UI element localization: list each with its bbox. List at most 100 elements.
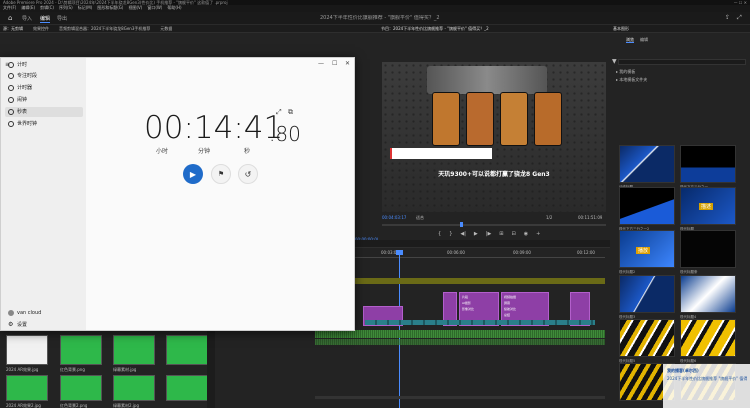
export-frame-icon[interactable]: ◉: [524, 231, 528, 237]
nav-world-clock[interactable]: 世界时钟: [5, 119, 83, 129]
maximize-button[interactable]: ☐: [332, 60, 337, 67]
fullscreen-icon[interactable]: ⤢: [737, 14, 742, 22]
template-thumb-2[interactable]: [680, 145, 736, 183]
menu-file[interactable]: 文件(F): [3, 5, 16, 12]
gear-icon: ⚙: [8, 321, 14, 328]
lap-button[interactable]: ⚑: [211, 164, 231, 184]
folder-item-local[interactable]: ▸ 本地模板文件夹: [616, 77, 647, 82]
share-icon[interactable]: ⇪: [725, 14, 730, 21]
menu-edit[interactable]: 编辑(E): [21, 5, 35, 12]
bin-thumb-5[interactable]: [6, 375, 48, 401]
nav-focus[interactable]: 专注时段: [5, 71, 83, 81]
globe-icon: [8, 121, 14, 127]
nav-countdown[interactable]: 计时器: [5, 83, 83, 93]
mark-out-icon[interactable]: }: [449, 231, 452, 237]
template-thumb-5[interactable]: 播放: [619, 230, 675, 268]
reset-icon: ↺: [244, 169, 252, 179]
audio-waveform-a1[interactable]: [315, 330, 605, 338]
graphics-card: [427, 66, 547, 94]
tab-edit[interactable]: 编辑: [40, 15, 51, 23]
template-thumb-6[interactable]: [680, 230, 736, 268]
template-thumb-7[interactable]: [619, 275, 675, 313]
tab-browse[interactable]: 浏览: [626, 37, 634, 43]
menu-clip[interactable]: 剪辑(C): [40, 5, 54, 12]
bin-thumb-6[interactable]: [60, 375, 102, 401]
nav-settings[interactable]: ⚙ 设置: [5, 320, 83, 330]
adjustment-layer-track[interactable]: [315, 278, 605, 284]
tab-audio-mixer[interactable]: 音频剪辑混合器：2024下半年骁龙8Gen3手机推荐: [59, 26, 150, 31]
template-thumb-9[interactable]: [619, 319, 675, 357]
project-title: 2024下半年性价比旗舰推荐 - "旗舰平价" 值得买？_2: [320, 15, 440, 21]
bin-thumb-1[interactable]: [6, 335, 48, 365]
program-scrubber[interactable]: [382, 222, 606, 227]
user-account[interactable]: van cloud: [5, 308, 83, 318]
reset-button[interactable]: ↺: [238, 164, 258, 184]
graphics-search-input[interactable]: [618, 59, 746, 65]
tab-edit-graphics[interactable]: 编辑: [640, 37, 648, 43]
template-thumb-4[interactable]: 描述: [680, 187, 736, 225]
timeline-scrollbar[interactable]: [315, 396, 605, 399]
tab-metadata[interactable]: 元数据: [160, 26, 172, 31]
tab-effect-controls[interactable]: 效果控件: [33, 26, 49, 31]
stopwatch-fraction: .80: [269, 122, 301, 146]
menu-help[interactable]: 帮助(H): [167, 5, 181, 12]
step-back-icon[interactable]: ◀|: [460, 231, 466, 237]
play-icon[interactable]: ▶: [474, 231, 478, 237]
program-playhead[interactable]: [460, 222, 463, 227]
bin-thumb-8[interactable]: [166, 375, 208, 401]
hourglass-icon: [8, 85, 14, 91]
audio-waveform-a2[interactable]: [315, 339, 605, 345]
bin-thumb-7[interactable]: [113, 375, 155, 401]
watermark-line2: 2024下半年性价比旗舰推荐 "旗舰平价" 值得买？: [667, 376, 747, 381]
source-panel-tabs: 源：无剪辑 效果控件 音频剪辑混合器：2024下半年骁龙8Gen3手机推荐 元数…: [0, 25, 378, 33]
tab-export[interactable]: 导出: [57, 15, 67, 22]
template-badge-text-2: 播放: [636, 247, 651, 254]
fit-select[interactable]: 适合: [416, 215, 424, 220]
mark-in-icon[interactable]: {: [438, 231, 441, 237]
step-forward-icon[interactable]: |▶: [486, 231, 492, 237]
template-thumb-1[interactable]: [619, 145, 675, 183]
nav-alarm[interactable]: 闹钟: [5, 95, 83, 105]
unit-hours: 小时: [156, 148, 169, 155]
bin-thumb-2[interactable]: [60, 335, 102, 365]
filter-icon[interactable]: ▼: [612, 58, 617, 65]
bin-thumb-4[interactable]: [166, 335, 208, 365]
add-icon[interactable]: +: [536, 231, 540, 237]
avatar: [8, 310, 14, 316]
nav-stopwatch[interactable]: 秒表: [5, 107, 83, 117]
resolution-select[interactable]: 1/2: [546, 215, 552, 220]
folder-list: ▸ 我的模板 ▸ 本地模板文件夹: [616, 69, 647, 82]
tab-source[interactable]: 源：无剪辑: [3, 26, 23, 31]
menu-graphics[interactable]: 图形和标题(G): [97, 5, 123, 12]
folder-item-my-templates[interactable]: ▸ 我的模板: [616, 69, 647, 74]
bin-thumb-3[interactable]: [113, 335, 155, 365]
caption-track[interactable]: [365, 320, 595, 325]
playhead-handle[interactable]: [396, 250, 403, 255]
tab-import[interactable]: 导入: [22, 15, 32, 22]
nav-timer[interactable]: 计时: [5, 60, 83, 70]
timeline-playhead[interactable]: [399, 250, 400, 408]
close-button[interactable]: ✕: [345, 60, 350, 67]
keep-on-top-icon[interactable]: ⧉: [288, 108, 293, 117]
template-thumb-3[interactable]: [619, 187, 675, 225]
bin-label-4: 2024 AR效果2.jpg: [6, 403, 41, 408]
program-timecode[interactable]: 00:04:03:17: [382, 215, 406, 220]
template-thumb-10[interactable]: [680, 319, 736, 357]
menu-window[interactable]: 窗口(W): [147, 5, 162, 12]
menu-sequence[interactable]: 序列(S): [59, 5, 73, 12]
clock-sidebar: ≡ 计时 专注时段 计时器 闹钟 秒表 世界时钟 van cloud ⚙ 设置: [1, 58, 86, 330]
insert-icon[interactable]: ⊞: [499, 231, 503, 237]
bin-label-3: 绿幕素材.jpg: [113, 367, 137, 372]
timer-icon: [8, 62, 14, 68]
program-panel-header: 节目：2024下半年性价比旗舰推荐 - "旗舰平价" 值得买？_2: [378, 25, 610, 33]
template-thumb-8[interactable]: [680, 275, 736, 313]
home-icon[interactable]: ⌂: [8, 14, 12, 22]
minimize-button[interactable]: —: [318, 60, 324, 67]
overwrite-icon[interactable]: ⊟: [512, 231, 516, 237]
media-bin: 2024 AR效果.jpg 红色背景.png 绿幕素材.jpg 2024 AR效…: [0, 331, 215, 408]
play-button[interactable]: ▶: [183, 164, 203, 184]
timeline-ruler[interactable]: 00:00 00:03:00 00:06:00 00:09:00 00:12:0…: [315, 250, 605, 258]
watermark-line1: 我的播客(卓尔西): [667, 368, 699, 373]
menu-marker[interactable]: 标记(M): [78, 5, 93, 12]
menu-view[interactable]: 视图(V): [128, 5, 142, 12]
